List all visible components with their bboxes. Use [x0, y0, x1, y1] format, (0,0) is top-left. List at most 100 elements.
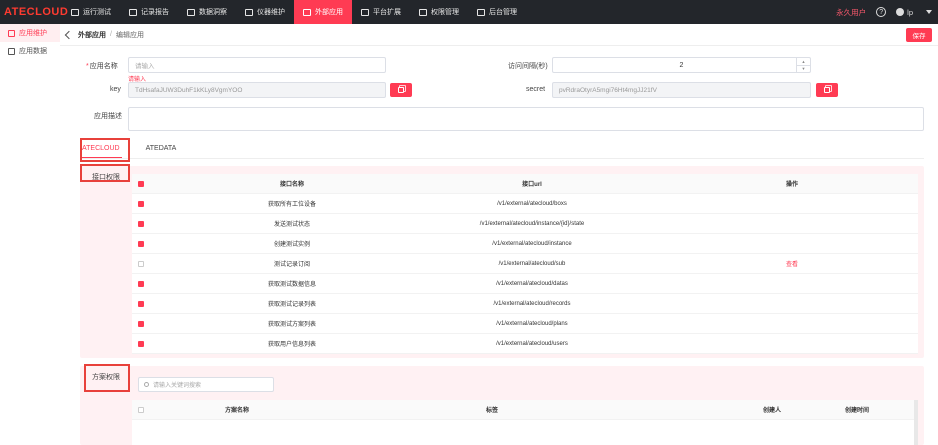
select-all-checkbox[interactable] [138, 181, 144, 187]
plan-table-scrollbar[interactable] [914, 400, 918, 445]
grid-icon [303, 8, 311, 16]
api-url-cell: /v1/external/atecloud/datas [496, 280, 568, 287]
plan-table-header: 方案名称 标签 创建人 创建时间 [132, 400, 918, 420]
key-label: key [110, 86, 121, 93]
row-checkbox[interactable] [138, 221, 144, 227]
nav-item-permission[interactable]: 权限管理 [410, 0, 468, 24]
secret-label: secret [526, 86, 546, 93]
sidebar-item-app-maintenance[interactable]: 应用维护 [0, 24, 60, 42]
tab-divider [80, 158, 924, 159]
highlight-box-atecloud-tab [80, 138, 130, 162]
interval-value: 2 [679, 61, 684, 69]
api-permission-panel: 接口权限 接口名称 接口url 操作 获取所有工位设备/v1/external/… [80, 166, 924, 358]
top-right-area: 永久用户 ? lp [836, 0, 932, 24]
table-row: 测试记录订阅/v1/external/atecloud/sub 查看 [132, 254, 918, 274]
copy-secret-button[interactable] [816, 83, 838, 97]
col-creator: 创建人 [762, 408, 781, 414]
api-table-header: 接口名称 接口url 操作 [132, 174, 918, 194]
nav-item-run-test[interactable]: 运行测试 [62, 0, 120, 24]
vip-badge: 永久用户 [836, 7, 867, 17]
col-api-url: 接口url [522, 182, 542, 188]
back-arrow-icon[interactable] [64, 30, 74, 39]
main-content: *应用名称 请输入 请输入 访问间隔(秒) 2 ▲ ▼ key TdHsafaJ… [60, 46, 938, 445]
api-op-link[interactable]: 查看 [752, 259, 832, 268]
save-button[interactable]: 保存 [906, 28, 932, 42]
extension-icon [361, 8, 369, 16]
breadcrumb: 外部应用 / 编辑应用 [64, 30, 144, 40]
description-textarea[interactable] [128, 107, 924, 131]
help-icon[interactable]: ? [876, 7, 887, 17]
col-op: 操作 [785, 182, 798, 188]
api-name-cell: 测试记录订阅 [273, 262, 310, 268]
api-name-cell: 获取用户信息列表 [267, 342, 316, 348]
select-all-plans-checkbox[interactable] [138, 407, 144, 413]
col-tag: 标签 [485, 408, 498, 414]
chevron-down-icon [926, 10, 932, 14]
api-name-cell: 获取测试方案列表 [267, 322, 316, 328]
row-checkbox[interactable] [138, 281, 144, 287]
plan-table: 方案名称 标签 创建人 创建时间 [132, 400, 918, 445]
description-label: 应用描述 [94, 113, 122, 120]
stepper-down-icon[interactable]: ▼ [797, 66, 810, 73]
app-name-label: *应用名称 [86, 63, 118, 70]
table-row: 获取所有工位设备/v1/external/atecloud/boxs [132, 194, 918, 214]
user-menu[interactable]: lp [896, 8, 932, 17]
nav-item-platform-ext[interactable]: 平台扩展 [352, 0, 410, 24]
insight-icon [187, 8, 195, 16]
copy-key-button[interactable] [390, 83, 412, 97]
app-logo[interactable]: ATECLOUD [0, 6, 68, 18]
row-checkbox[interactable] [138, 241, 144, 247]
row-checkbox[interactable] [138, 341, 144, 347]
api-url-cell: /v1/external/atecloud/plans [496, 320, 568, 327]
stepper-up-icon[interactable]: ▲ [797, 58, 810, 66]
table-row: 获取用户信息列表/v1/external/atecloud/users [132, 334, 918, 354]
api-url-cell: /v1/external/atecloud/users [496, 340, 568, 347]
col-plan-name: 方案名称 [224, 408, 249, 414]
highlight-box-plan-permission [84, 364, 130, 392]
highlight-box-api-permission [80, 164, 130, 182]
breadcrumb-parent[interactable]: 外部应用 [78, 30, 106, 40]
sidebar: 应用维护 应用数据 [0, 24, 60, 445]
api-name-cell: 获取测试记录列表 [267, 302, 316, 308]
row-checkbox[interactable] [138, 201, 144, 207]
api-table: 接口名称 接口url 操作 获取所有工位设备/v1/external/atecl… [132, 174, 918, 354]
data-icon [8, 47, 15, 55]
nav-item-instrument[interactable]: 仪器维护 [236, 0, 294, 24]
user-name: lp [907, 7, 913, 17]
permission-icon [419, 8, 427, 16]
nav-item-records[interactable]: 记录报告 [120, 0, 178, 24]
app-name-input[interactable]: 请输入 [128, 57, 386, 73]
admin-icon [477, 8, 485, 16]
monitor-icon [71, 8, 79, 16]
row-checkbox[interactable] [138, 301, 144, 307]
col-created: 创建时间 [844, 408, 869, 414]
breadcrumb-separator: / [110, 31, 112, 38]
api-name-cell: 创建测试实例 [273, 242, 310, 248]
sidebar-item-app-data[interactable]: 应用数据 [0, 42, 60, 60]
instrument-icon [245, 8, 253, 16]
main-nav: 运行测试 记录报告 数据洞察 仪器维护 外部应用 平台扩展 权限管理 后台管理 [62, 0, 526, 24]
copy-icon [398, 87, 404, 93]
key-field: TdHsafaJUW3DuhF1kKLy8VgmYOO [128, 82, 386, 98]
top-navbar: ATECLOUD 运行测试 记录报告 数据洞察 仪器维护 外部应用 平台扩展 权… [0, 0, 938, 24]
api-name-cell: 获取所有工位设备 [267, 202, 316, 208]
table-row: 发送测试状态/v1/external/atecloud/instance/{id… [132, 214, 918, 234]
plan-permission-panel: 方案权限 请输入关键词搜索 方案名称 标签 创建人 创建时间 [80, 366, 924, 445]
nav-item-insight[interactable]: 数据洞察 [178, 0, 236, 24]
table-row: 获取测试数据信息/v1/external/atecloud/datas [132, 274, 918, 294]
tab-atedata[interactable]: ATEDATA [144, 142, 179, 158]
breadcrumb-current: 编辑应用 [115, 31, 144, 39]
app-icon [8, 29, 15, 37]
interval-stepper[interactable]: 2 ▲ ▼ [552, 57, 811, 73]
table-row: 创建测试实例/v1/external/atecloud/instance [132, 234, 918, 254]
nav-item-admin[interactable]: 后台管理 [468, 0, 526, 24]
api-url-cell: /v1/external/atecloud/instance [492, 240, 572, 247]
interval-label: 访问间隔(秒) [508, 63, 548, 70]
nav-item-external-apps[interactable]: 外部应用 [294, 0, 352, 24]
copy-icon [824, 87, 830, 93]
plan-search-input[interactable]: 请输入关键词搜索 [138, 377, 274, 392]
col-api-name: 接口名称 [279, 182, 304, 188]
row-checkbox[interactable] [138, 321, 144, 327]
secret-field: pvRdraOtyrA5mgi76Ht4mgJJ21fV [552, 82, 811, 98]
row-checkbox[interactable] [138, 261, 144, 267]
